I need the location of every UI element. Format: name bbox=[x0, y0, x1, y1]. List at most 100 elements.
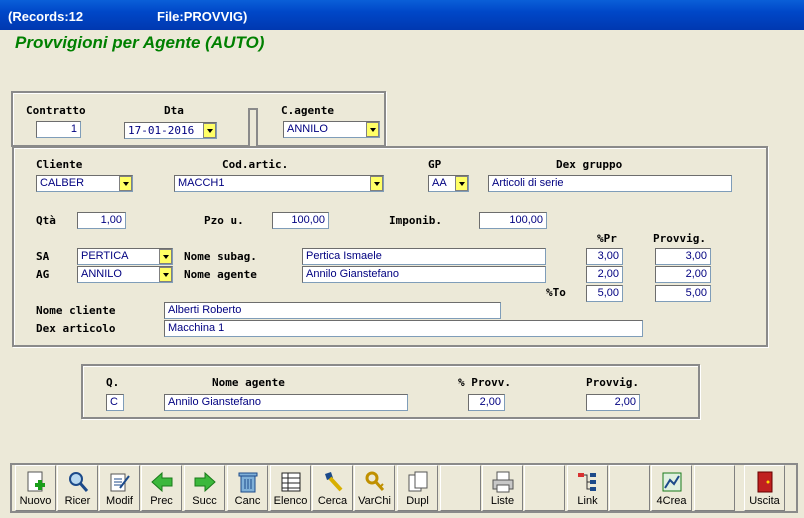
build-icon bbox=[662, 472, 682, 492]
provvig-label: Provvig. bbox=[653, 232, 706, 245]
uscita-button[interactable]: Uscita bbox=[744, 465, 785, 511]
pzo-field[interactable]: 100,00 bbox=[272, 212, 329, 229]
search-icon bbox=[69, 472, 89, 492]
ricer-button[interactable]: Ricer bbox=[57, 465, 98, 511]
pzo-label: Pzo u. bbox=[204, 214, 244, 227]
gp-value: AA bbox=[432, 177, 447, 189]
arrow-left-icon bbox=[151, 471, 173, 493]
sa-pr-field[interactable]: 3,00 bbox=[586, 248, 623, 265]
gp-select[interactable]: AA bbox=[428, 175, 469, 192]
nomecliente-label: Nome cliente bbox=[36, 304, 116, 317]
flashlight-icon bbox=[325, 472, 343, 492]
dta-dropdown-icon[interactable] bbox=[203, 123, 216, 138]
cagente-value: ANNILO bbox=[287, 123, 328, 135]
nuovo-label: Nuovo bbox=[19, 495, 52, 507]
printer-icon bbox=[492, 471, 514, 493]
nomesubag-field[interactable]: Pertica Ismaele bbox=[302, 248, 546, 265]
to-provvig-field[interactable]: 5,00 bbox=[655, 285, 711, 302]
cagente-dropdown-icon[interactable] bbox=[366, 122, 379, 137]
records-count: (Records:12 bbox=[8, 9, 84, 24]
empty-button-2[interactable] bbox=[524, 465, 565, 511]
nomesubag-label: Nome subag. bbox=[184, 250, 257, 263]
dta-value: 17-01-2016 bbox=[128, 124, 195, 137]
contratto-field[interactable]: 1 bbox=[36, 121, 81, 138]
qta-field[interactable]: 1,00 bbox=[77, 212, 126, 229]
sa-dropdown-icon[interactable] bbox=[159, 249, 172, 264]
bottom-provvig-field[interactable]: 2,00 bbox=[586, 394, 640, 411]
bottom-nomeagente-label: Nome agente bbox=[212, 376, 285, 389]
uscita-label: Uscita bbox=[749, 495, 780, 507]
codartic-value: MACCH1 bbox=[178, 177, 225, 189]
dexgruppo-label: Dex gruppo bbox=[556, 158, 623, 171]
canc-button[interactable]: Canc bbox=[227, 465, 268, 511]
exit-door-icon bbox=[757, 471, 773, 493]
link-button[interactable]: Link bbox=[567, 465, 608, 511]
ag-dropdown-icon[interactable] bbox=[159, 267, 172, 282]
bottom-provvig-label: Provvig. bbox=[586, 376, 639, 389]
prec-button[interactable]: Prec bbox=[141, 465, 182, 511]
duplicate-icon bbox=[408, 471, 428, 492]
empty-button-1[interactable] bbox=[440, 465, 481, 511]
imponib-field[interactable]: 100,00 bbox=[479, 212, 547, 229]
modif-label: Modif bbox=[106, 495, 133, 507]
sa-label: SA bbox=[36, 250, 50, 263]
varchi-button[interactable]: VarChi bbox=[354, 465, 395, 511]
crea-button[interactable]: 4Crea bbox=[651, 465, 692, 511]
codartic-select[interactable]: MACCH1 bbox=[174, 175, 384, 192]
canc-label: Canc bbox=[234, 495, 261, 507]
contratto-label: Contratto bbox=[26, 104, 86, 117]
q-label: Q. bbox=[106, 376, 120, 389]
trash-icon bbox=[238, 472, 258, 493]
to-pr-field[interactable]: 5,00 bbox=[586, 285, 623, 302]
cerca-button[interactable]: Cerca bbox=[312, 465, 353, 511]
dexarticolo-field[interactable]: Macchina 1 bbox=[164, 320, 643, 337]
dta-field[interactable]: 17-01-2016 bbox=[124, 122, 217, 139]
liste-button[interactable]: Liste bbox=[482, 465, 523, 511]
dexgruppo-field[interactable]: Articoli di serie bbox=[488, 175, 732, 192]
page-title: Provvigioni per Agente (AUTO) bbox=[15, 33, 265, 52]
gp-dropdown-icon[interactable] bbox=[455, 176, 468, 191]
ag-value: ANNILO bbox=[81, 268, 122, 280]
ag-label: AG bbox=[36, 268, 50, 281]
to-label: %To bbox=[546, 286, 566, 299]
file-name: File:PROVVIG) bbox=[157, 9, 248, 24]
nuovo-button[interactable]: Nuovo bbox=[15, 465, 56, 511]
nomecliente-field[interactable]: Alberti Roberto bbox=[164, 302, 501, 319]
pprovv-label: % Provv. bbox=[458, 376, 511, 389]
codartic-dropdown-icon[interactable] bbox=[370, 176, 383, 191]
ag-provvig-field[interactable]: 2,00 bbox=[655, 266, 711, 283]
pr-label: %Pr bbox=[597, 232, 617, 245]
dupl-button[interactable]: Dupl bbox=[397, 465, 438, 511]
ag-pr-field[interactable]: 2,00 bbox=[586, 266, 623, 283]
cliente-dropdown-icon[interactable] bbox=[119, 176, 132, 191]
pprovv-field[interactable]: 2,00 bbox=[468, 394, 505, 411]
ag-select[interactable]: ANNILO bbox=[77, 266, 173, 283]
crea-label: 4Crea bbox=[656, 495, 687, 507]
empty-button-3[interactable] bbox=[609, 465, 650, 511]
bottom-nomeagente-field[interactable]: Annilo Gianstefano bbox=[164, 394, 408, 411]
succ-button[interactable]: Succ bbox=[184, 465, 225, 511]
cliente-select[interactable]: CALBER bbox=[36, 175, 133, 192]
edit-document-icon bbox=[110, 473, 130, 492]
cliente-value: CALBER bbox=[40, 177, 85, 189]
nomeagente-label: Nome agente bbox=[184, 268, 257, 281]
sa-select[interactable]: PERTICA bbox=[77, 248, 173, 265]
cerca-label: Cerca bbox=[317, 495, 348, 507]
elenco-button[interactable]: Elenco bbox=[270, 465, 311, 511]
liste-label: Liste bbox=[490, 495, 515, 507]
empty-button-4[interactable] bbox=[694, 465, 735, 511]
imponib-label: Imponib. bbox=[389, 214, 442, 227]
list-icon bbox=[281, 472, 301, 492]
modif-button[interactable]: Modif bbox=[99, 465, 140, 511]
dupl-label: Dupl bbox=[406, 495, 429, 507]
sa-provvig-field[interactable]: 3,00 bbox=[655, 248, 711, 265]
codartic-label: Cod.artic. bbox=[222, 158, 289, 171]
dta-label: Dta bbox=[164, 104, 184, 117]
ricer-label: Ricer bbox=[64, 495, 91, 507]
cliente-label: Cliente bbox=[36, 158, 83, 171]
cagente-select[interactable]: ANNILO bbox=[283, 121, 380, 138]
q-field[interactable]: C bbox=[106, 394, 124, 411]
nomeagente-field[interactable]: Annilo Gianstefano bbox=[302, 266, 546, 283]
window-titlebar: (Records:12 File:PROVVIG) bbox=[0, 0, 804, 30]
sa-value: PERTICA bbox=[81, 250, 129, 262]
